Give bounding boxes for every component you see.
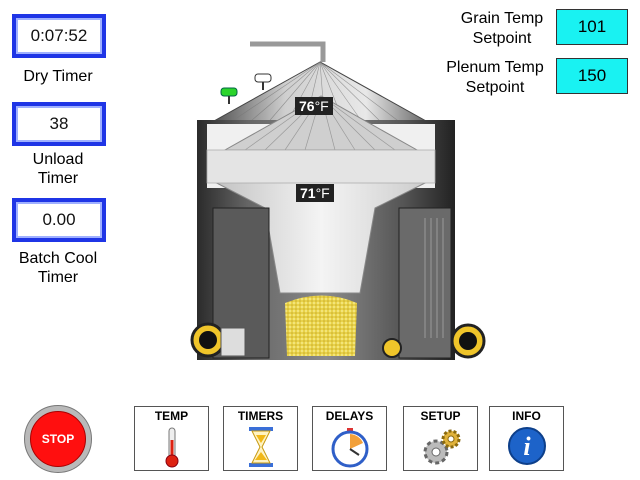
gears-icon: [423, 429, 460, 465]
stopwatch-icon: [331, 428, 368, 468]
plenum-temp-setpoint-input[interactable]: 150: [556, 58, 628, 94]
info-nav-button[interactable]: INFO i: [489, 406, 564, 471]
grain-bin-illustration: [190, 41, 486, 360]
dry-timer-label: Dry Timer: [23, 68, 93, 85]
top-temp-unit: °F: [314, 98, 329, 114]
stop-label: STOP: [41, 432, 75, 446]
setup-nav-label: SETUP: [420, 409, 461, 423]
batch-cool-timer-text: 0.00: [42, 210, 76, 229]
mid-temp-unit: °F: [315, 185, 330, 201]
dry-timer-value[interactable]: 0:07:52: [12, 14, 106, 58]
info-nav-label: INFO: [512, 409, 541, 423]
batch-cool-timer-label: Batch Cool Timer: [8, 249, 108, 287]
top-temp-value: 76: [299, 98, 315, 114]
setup-nav-button[interactable]: SETUP: [403, 406, 478, 471]
unload-timer-label: Unload Timer: [8, 150, 108, 188]
unload-label-line2: Timer: [37, 170, 79, 187]
dry-timer-text: 0:07:52: [30, 26, 88, 45]
unload-timer-value[interactable]: 38: [12, 102, 106, 146]
stop-button[interactable]: STOP: [24, 405, 92, 473]
batch-cool-label-line2: Timer: [37, 269, 79, 286]
batch-cool-timer-value[interactable]: 0.00: [12, 198, 106, 242]
grain-temp-setpoint-input[interactable]: 101: [556, 9, 628, 45]
delays-nav-button[interactable]: DELAYS: [312, 406, 387, 471]
batch-cool-label-line1: Batch Cool: [18, 250, 98, 267]
stop-button-face: STOP: [30, 411, 86, 467]
mid-temp-readout: 71°F: [296, 184, 334, 202]
unload-timer-text: 38: [49, 114, 69, 133]
temp-nav-label: TEMP: [154, 409, 189, 423]
timers-nav-button[interactable]: TIMERS: [223, 406, 298, 471]
grain-label-line1: Grain Temp: [460, 10, 544, 27]
svg-text:i: i: [523, 432, 531, 461]
timers-nav-label: TIMERS: [237, 409, 284, 423]
thermometer-icon: [165, 427, 178, 468]
unload-label-line1: Unload: [32, 151, 84, 168]
temp-nav-button[interactable]: TEMP: [134, 406, 209, 471]
info-icon: i: [507, 427, 546, 465]
hourglass-icon: [248, 427, 273, 467]
delays-nav-label: DELAYS: [325, 409, 374, 423]
mid-temp-value: 71: [300, 185, 316, 201]
top-temp-readout: 76°F: [295, 97, 333, 115]
